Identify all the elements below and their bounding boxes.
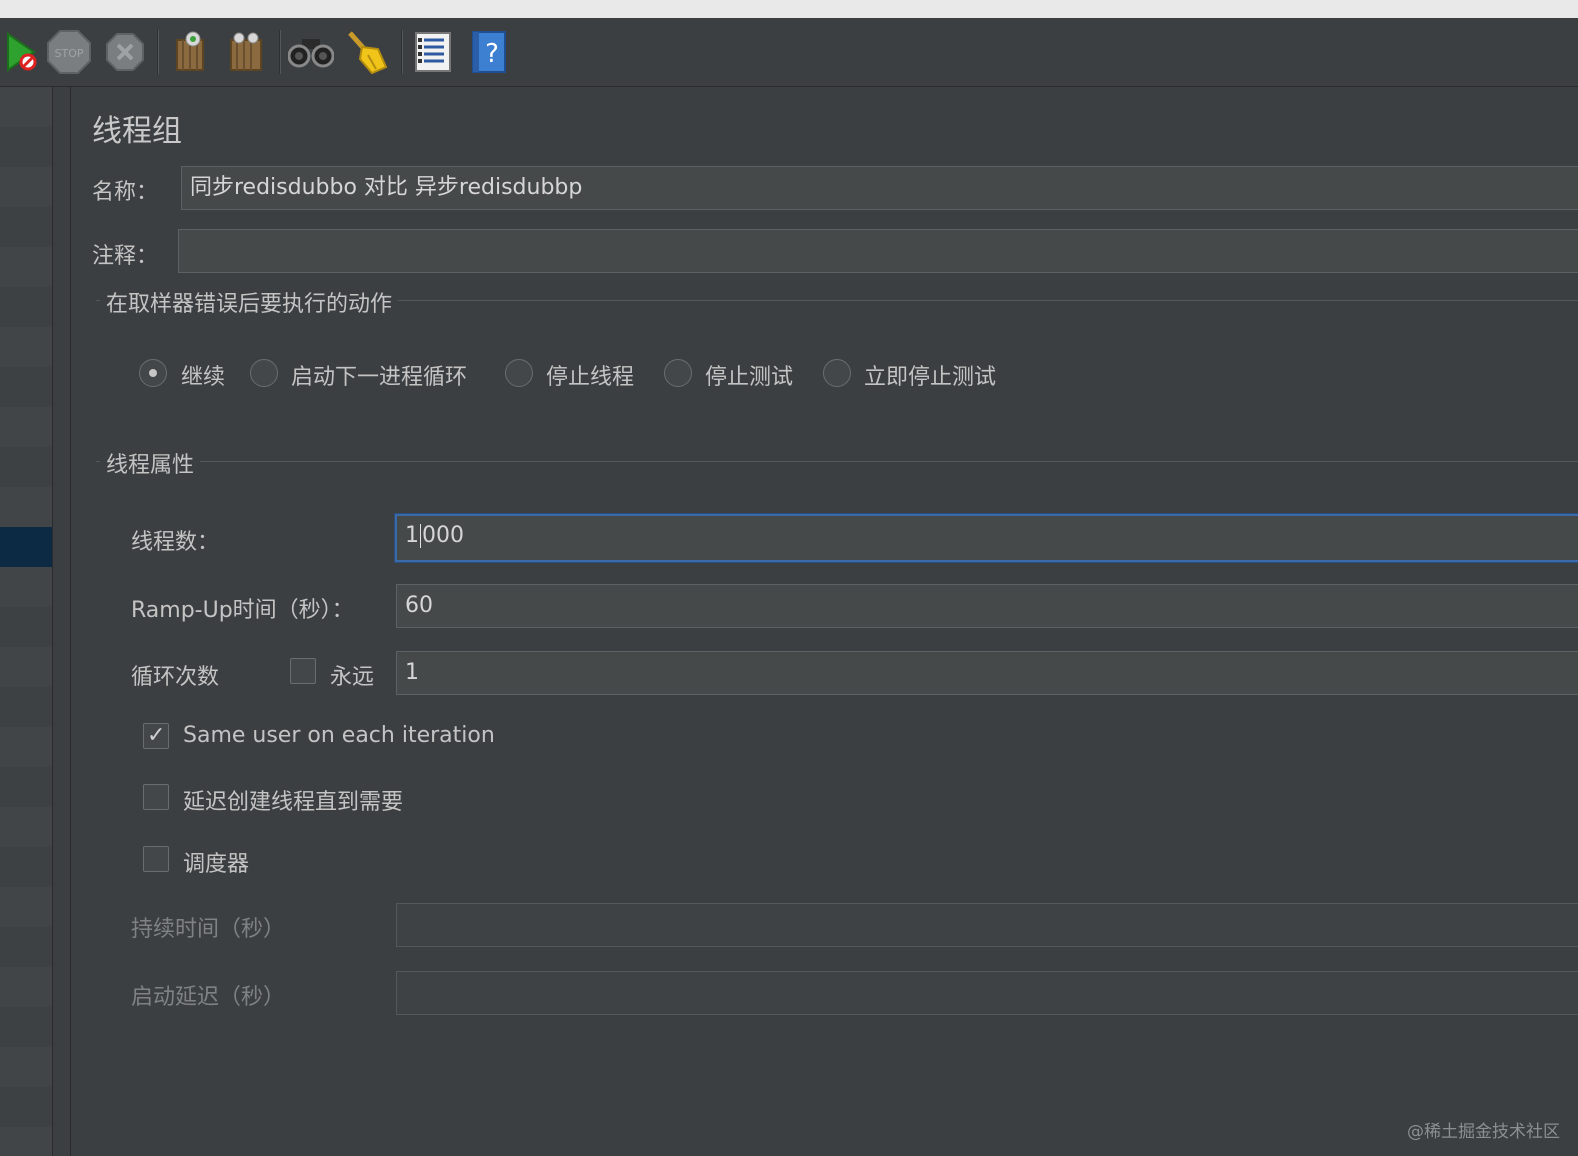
tree-row[interactable] xyxy=(0,327,52,367)
toolbar: STOP ? xyxy=(0,18,1578,87)
radio-stop-thread-label: 停止线程 xyxy=(546,365,635,390)
loop-count-input[interactable]: 1 xyxy=(396,651,1578,695)
radio-stop-test-label: 停止测试 xyxy=(705,365,794,390)
watermark: @稀土掘金技术社区 xyxy=(1407,1122,1560,1142)
forever-checkbox[interactable] xyxy=(290,658,316,684)
tree-row[interactable] xyxy=(0,927,52,967)
tree-row[interactable] xyxy=(0,807,52,847)
tree-row[interactable] xyxy=(0,1007,52,1047)
scheduler-label: 调度器 xyxy=(183,852,250,877)
tree-row[interactable] xyxy=(0,647,52,687)
tree-row[interactable] xyxy=(0,287,52,327)
clear-all-button[interactable] xyxy=(221,28,269,76)
rampup-input[interactable]: 60 xyxy=(396,584,1578,628)
duration-input[interactable] xyxy=(396,903,1578,947)
startup-delay-label: 启动延迟（秒） xyxy=(131,985,286,1010)
tree-row[interactable] xyxy=(0,1087,52,1127)
search-icon xyxy=(288,39,334,68)
tree-row-selected[interactable] xyxy=(0,527,52,567)
window-title-bar xyxy=(0,0,1578,19)
radio-stop-test-now-label: 立即停止测试 xyxy=(864,365,997,390)
loop-count-label: 循环次数 xyxy=(131,665,220,690)
forever-label: 永远 xyxy=(330,665,375,690)
clear-button[interactable] xyxy=(165,28,213,76)
text-caret xyxy=(420,524,421,548)
radio-continue[interactable] xyxy=(139,359,167,387)
same-user-label: Same user on each iteration xyxy=(183,723,495,748)
radio-stop-test-now[interactable] xyxy=(823,359,851,387)
comment-label: 注释： xyxy=(92,244,159,269)
split-pane-divider[interactable] xyxy=(53,87,116,1156)
tree-row[interactable] xyxy=(0,87,52,127)
shutdown-button[interactable] xyxy=(101,28,149,76)
function-helper-button[interactable] xyxy=(409,28,457,76)
check-icon: ✓ xyxy=(147,723,166,748)
tree-row[interactable] xyxy=(0,167,52,207)
group-border xyxy=(96,461,1578,462)
duration-label: 持续时间（秒） xyxy=(131,917,286,942)
scheduler-checkbox[interactable] xyxy=(143,846,169,872)
threads-input[interactable]: 1 000 xyxy=(395,514,1578,562)
reset-search-icon xyxy=(348,31,388,75)
tree-row[interactable] xyxy=(0,1127,52,1156)
name-input[interactable]: 同步redisdubbo 对比 异步redisdubbp xyxy=(181,166,1578,210)
tree-row[interactable] xyxy=(0,847,52,887)
threads-value-part: 000 xyxy=(422,523,464,548)
help-icon: ? xyxy=(472,31,506,73)
error-action-group-title: 在取样器错误后要执行的动作 xyxy=(100,286,399,318)
same-user-checkbox[interactable]: ✓ xyxy=(143,723,169,749)
start-no-pause-icon xyxy=(7,32,37,72)
startup-delay-input[interactable] xyxy=(396,971,1578,1015)
stop-icon-label: STOP xyxy=(55,47,84,60)
tree-row[interactable] xyxy=(0,367,52,407)
delay-thread-creation-checkbox[interactable] xyxy=(143,784,169,810)
toolbar-separator xyxy=(279,30,280,74)
threads-value-part: 1 xyxy=(405,523,419,548)
thread-props-group-title: 线程属性 xyxy=(100,447,201,479)
rampup-label: Ramp-Up时间（秒）： xyxy=(131,598,354,623)
tree-row[interactable] xyxy=(0,567,52,607)
comment-input[interactable] xyxy=(178,229,1578,273)
radio-start-next-loop[interactable] xyxy=(250,359,278,387)
function-helper-icon xyxy=(415,32,451,72)
tree-row[interactable] xyxy=(0,687,52,727)
start-no-pause-button[interactable] xyxy=(0,28,48,76)
tree-row[interactable] xyxy=(0,967,52,1007)
radio-continue-label: 继续 xyxy=(181,365,226,390)
toolbar-separator xyxy=(401,30,402,74)
tree-row[interactable] xyxy=(0,447,52,487)
reset-search-button[interactable] xyxy=(343,28,391,76)
tree-row[interactable] xyxy=(0,407,52,447)
clear-all-icon xyxy=(230,32,262,71)
svg-text:?: ? xyxy=(485,39,499,69)
search-button[interactable] xyxy=(287,28,335,76)
tree-row[interactable] xyxy=(0,1047,52,1087)
name-label: 名称： xyxy=(92,180,159,205)
tree-row[interactable] xyxy=(0,607,52,647)
tree-row[interactable] xyxy=(0,887,52,927)
help-button[interactable]: ? xyxy=(465,28,513,76)
page-title: 线程组 xyxy=(92,114,182,149)
tree-row[interactable] xyxy=(0,207,52,247)
tree-row[interactable] xyxy=(0,487,52,527)
tree-row[interactable] xyxy=(0,247,52,287)
radio-stop-thread[interactable] xyxy=(505,359,533,387)
toolbar-separator xyxy=(157,30,158,74)
shutdown-icon xyxy=(106,33,144,71)
tree-row[interactable] xyxy=(0,727,52,767)
tree-row[interactable] xyxy=(0,767,52,807)
test-plan-tree[interactable] xyxy=(0,87,53,1156)
stop-icon: STOP xyxy=(47,30,91,74)
stop-button[interactable]: STOP xyxy=(45,28,93,76)
radio-stop-test[interactable] xyxy=(664,359,692,387)
delay-thread-creation-label: 延迟创建线程直到需要 xyxy=(183,790,404,815)
clear-icon xyxy=(176,31,204,71)
threads-label: 线程数： xyxy=(131,530,220,555)
radio-start-next-loop-label: 启动下一进程循环 xyxy=(291,365,468,390)
tree-row[interactable] xyxy=(0,127,52,167)
